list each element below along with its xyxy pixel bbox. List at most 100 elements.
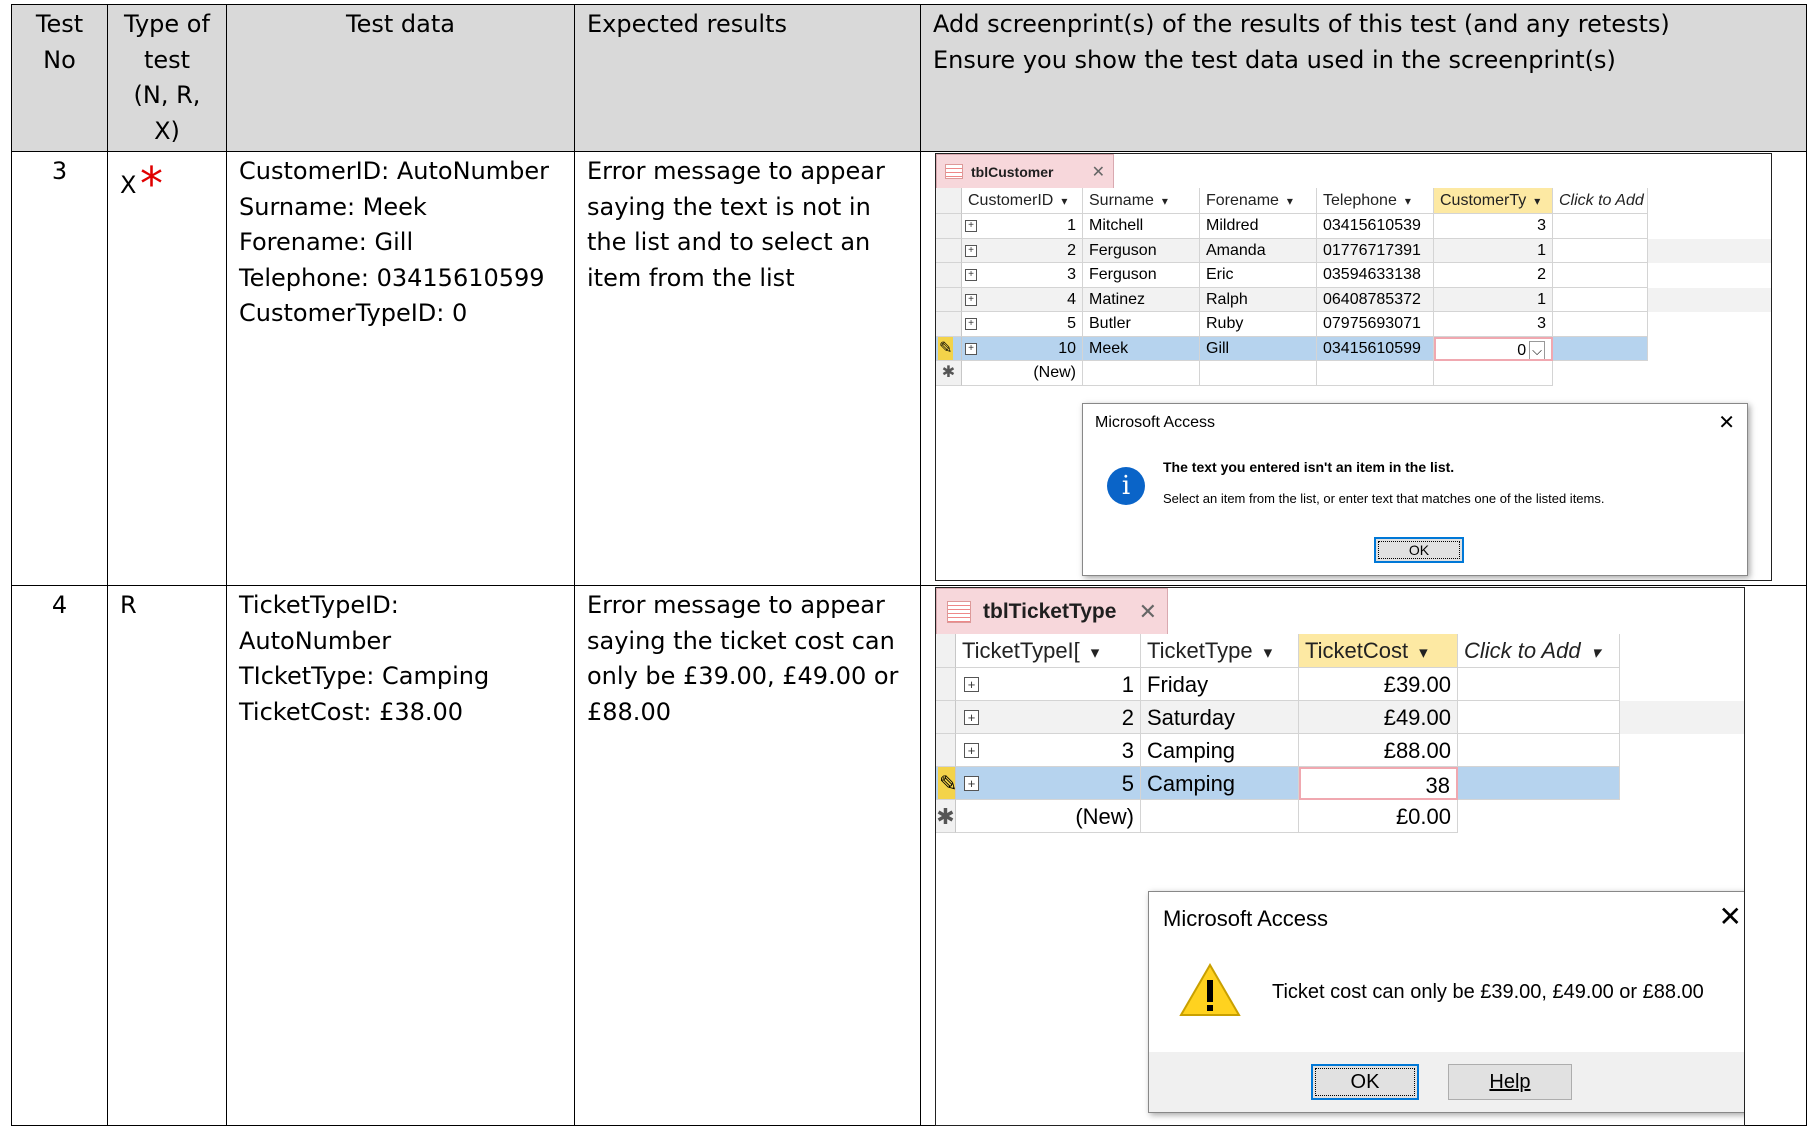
sort-dropdown-icon[interactable]: ▾ [1405, 194, 1411, 208]
dialog-close-icon[interactable]: ✕ [1718, 410, 1735, 435]
sort-dropdown-icon[interactable]: ▾ [1091, 643, 1100, 662]
sort-dropdown-icon[interactable]: ▾ [1592, 643, 1601, 662]
table-row[interactable]: ✎ +10 Meek Gill 03415610599 0 ⌵ [936, 336, 1771, 361]
row-selector[interactable] [936, 238, 962, 263]
table-cell[interactable]: (New) [956, 800, 1141, 833]
table-cell[interactable]: +4 [962, 287, 1083, 312]
table-cell[interactable]: +3 [962, 263, 1083, 288]
table-row[interactable]: +4 Matinez Ralph 06408785372 1 [936, 287, 1771, 312]
expand-row-icon[interactable]: + [965, 269, 977, 281]
row-selector[interactable]: ✎ [936, 336, 962, 361]
ok-button[interactable]: OK [1311, 1064, 1419, 1100]
table-cell[interactable]: 03594633138 [1317, 263, 1434, 288]
column-header[interactable]: TicketCost ▾ [1299, 634, 1458, 668]
table-cell[interactable]: Amanda [1200, 238, 1317, 263]
close-tab-icon[interactable]: ✕ [1139, 599, 1157, 625]
table-cell[interactable]: +2 [956, 701, 1141, 734]
table-cell[interactable]: £49.00 [1299, 701, 1458, 734]
table-cell[interactable]: +2 [962, 238, 1083, 263]
column-header[interactable]: CustomerTy ▾ [1434, 188, 1553, 214]
select-all-corner[interactable] [936, 634, 956, 668]
table-cell[interactable]: 3 [1434, 214, 1553, 239]
table-cell[interactable]: +5 [962, 312, 1083, 337]
table-row[interactable]: +3 Camping £88.00 [936, 734, 1744, 767]
row-selector[interactable] [936, 734, 956, 767]
column-header[interactable]: Click to Add▾ [1553, 188, 1648, 214]
dialog-close-icon[interactable]: ✕ [1719, 900, 1742, 933]
row-selector[interactable] [936, 668, 956, 701]
column-header[interactable]: TicketType ▾ [1141, 634, 1299, 668]
table-cell[interactable]: Mitchell [1083, 214, 1200, 239]
expand-row-icon[interactable]: + [964, 743, 979, 758]
column-header[interactable]: Click to Add▾ [1458, 634, 1620, 668]
sort-dropdown-icon[interactable]: ▾ [1534, 194, 1540, 208]
table-cell[interactable]: £0.00 [1299, 800, 1458, 833]
row-selector[interactable]: ✱ [936, 800, 956, 833]
expand-row-icon[interactable]: + [965, 220, 977, 232]
table-cell[interactable]: 01776717391 [1317, 238, 1434, 263]
table-cell[interactable]: 06408785372 [1317, 287, 1434, 312]
table-cell[interactable]: Friday [1141, 668, 1299, 701]
expand-row-icon[interactable]: + [965, 293, 977, 306]
table-cell[interactable]: +5 [956, 767, 1141, 800]
expand-row-icon[interactable]: + [965, 342, 977, 355]
table-cell[interactable]: Eric [1200, 263, 1317, 288]
row-selector[interactable] [936, 312, 962, 337]
table-cell[interactable]: Saturday [1141, 701, 1299, 734]
table-cell[interactable]: £39.00 [1299, 668, 1458, 701]
table-cell[interactable]: Mildred [1200, 214, 1317, 239]
expand-row-icon[interactable]: + [965, 318, 977, 330]
table-cell[interactable]: Gill [1200, 336, 1317, 361]
row-selector[interactable] [936, 263, 962, 288]
table-cell[interactable]: 07975693071 [1317, 312, 1434, 337]
new-record-row[interactable]: ✱ (New) [936, 361, 1771, 386]
help-button[interactable]: Help [1448, 1064, 1572, 1100]
sort-dropdown-icon[interactable]: ▾ [1287, 194, 1293, 208]
table-cell[interactable]: Camping [1141, 767, 1299, 800]
column-header[interactable]: CustomerID ▾ [962, 188, 1083, 214]
close-tab-icon[interactable]: ✕ [1092, 162, 1105, 182]
sort-dropdown-icon[interactable]: ▾ [1162, 194, 1168, 208]
table-cell[interactable] [1083, 361, 1200, 386]
table-cell[interactable]: 2 [1434, 263, 1553, 288]
table-row[interactable]: +1 Friday £39.00 [936, 668, 1744, 701]
row-selector[interactable] [936, 287, 962, 312]
table-row[interactable]: +5 Butler Ruby 07975693071 3 [936, 312, 1771, 337]
row-selector[interactable]: ✱ [936, 361, 962, 386]
table-row[interactable]: ✎ +5 Camping 38 [936, 767, 1744, 800]
select-all-corner[interactable] [936, 188, 962, 214]
column-header[interactable]: Telephone ▾ [1317, 188, 1434, 214]
table-cell[interactable]: 38 [1299, 767, 1458, 800]
row-selector[interactable]: ✎ [936, 767, 956, 800]
table-cell[interactable]: Camping [1141, 734, 1299, 767]
table-row[interactable]: +1 Mitchell Mildred 03415610539 3 [936, 214, 1771, 239]
table-cell[interactable]: Matinez [1083, 287, 1200, 312]
table-row[interactable]: +3 Ferguson Eric 03594633138 2 [936, 263, 1771, 288]
table-cell[interactable] [1200, 361, 1317, 386]
table-cell[interactable]: £88.00 [1299, 734, 1458, 767]
table-cell[interactable]: Butler [1083, 312, 1200, 337]
row-selector[interactable] [936, 214, 962, 239]
combo-dropdown-icon[interactable]: ⌵ [1529, 340, 1545, 360]
table-cell[interactable]: Ralph [1200, 287, 1317, 312]
table-cell[interactable]: Meek [1083, 336, 1200, 361]
expand-row-icon[interactable]: + [964, 776, 979, 791]
table-cell[interactable]: +3 [956, 734, 1141, 767]
table-row[interactable]: +2 Saturday £49.00 [936, 701, 1744, 734]
table-cell[interactable]: +10 [962, 336, 1083, 361]
sort-dropdown-icon[interactable]: ▾ [1264, 643, 1273, 662]
table-row[interactable]: +2 Ferguson Amanda 01776717391 1 [936, 238, 1771, 263]
table-cell[interactable]: 1 [1434, 287, 1553, 312]
row-selector[interactable] [936, 701, 956, 734]
column-header[interactable]: Surname ▾ [1083, 188, 1200, 214]
tab-tbltickettype[interactable]: tblTicketType ✕ [936, 588, 1168, 634]
table-cell[interactable]: Ferguson [1083, 238, 1200, 263]
table-cell[interactable]: 3 [1434, 312, 1553, 337]
table-cell[interactable]: Ruby [1200, 312, 1317, 337]
table-cell[interactable] [1434, 361, 1553, 386]
table-cell[interactable]: Ferguson [1083, 263, 1200, 288]
table-cell[interactable]: 0 ⌵ [1434, 336, 1553, 361]
table-cell[interactable]: 1 [1434, 238, 1553, 263]
tab-tblcustomer[interactable]: tblCustomer ✕ [936, 154, 1114, 188]
column-header[interactable]: Forename ▾ [1200, 188, 1317, 214]
